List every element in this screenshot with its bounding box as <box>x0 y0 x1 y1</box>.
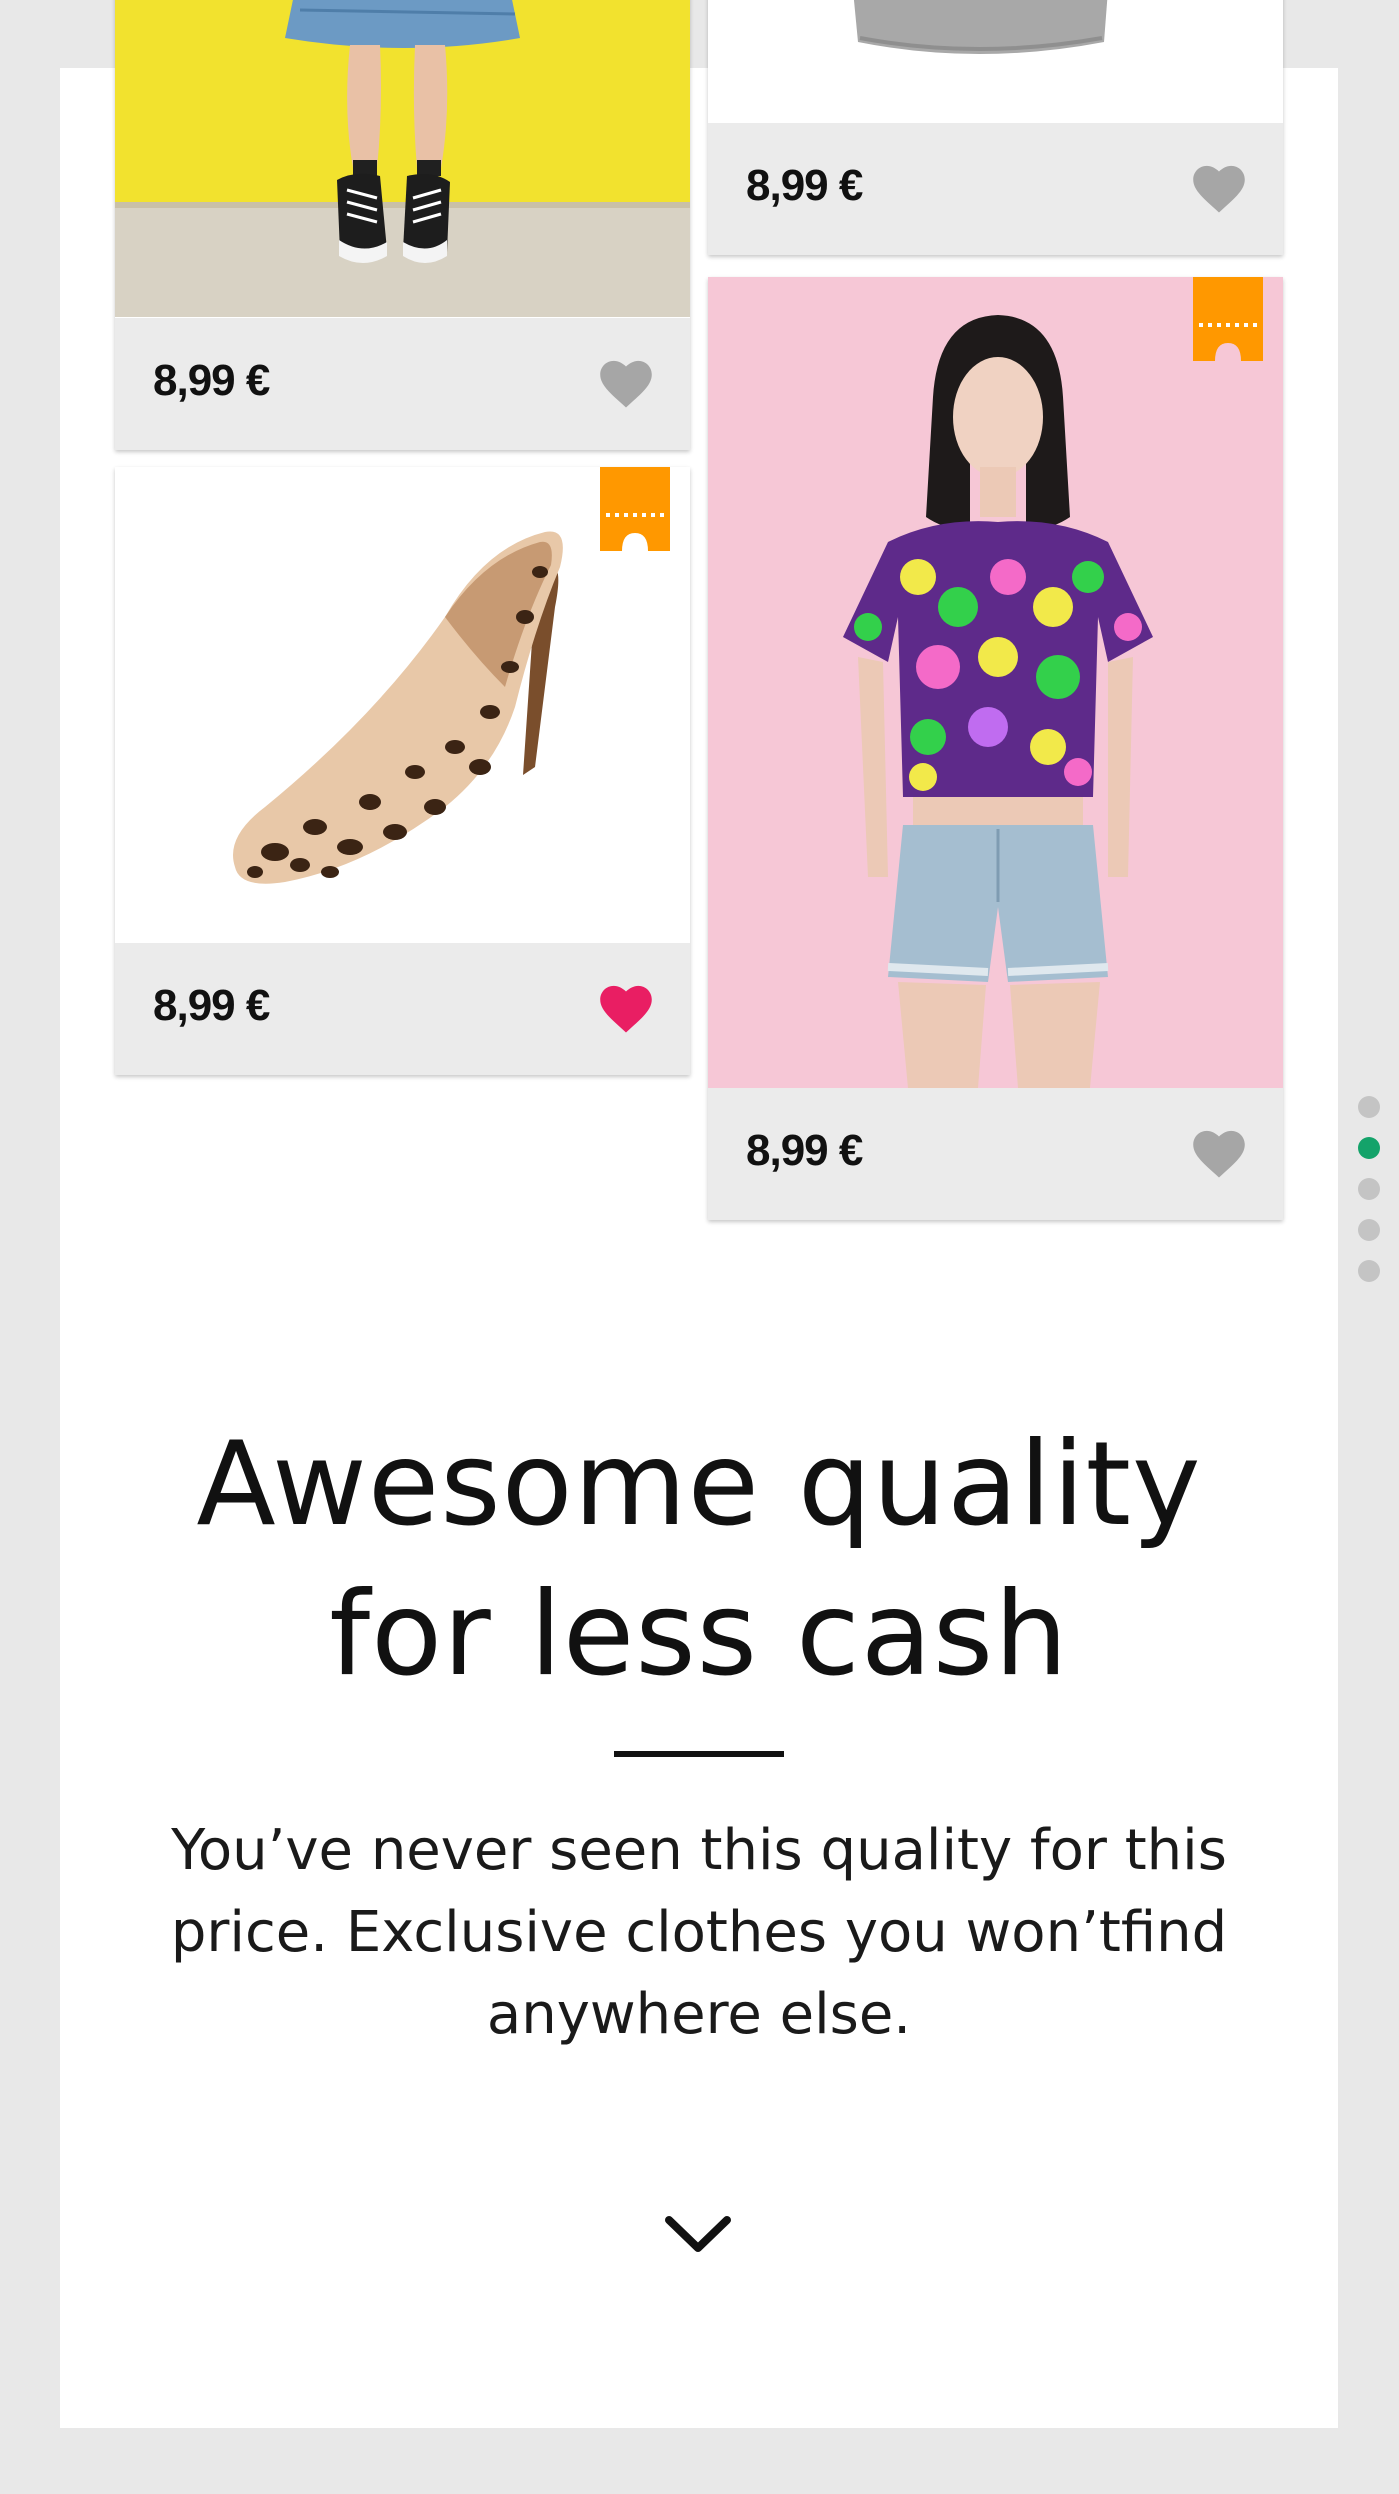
product-price: 8,99 € <box>746 1126 863 1175</box>
heart-icon[interactable] <box>596 356 656 410</box>
chevron-down-icon[interactable] <box>663 2212 733 2258</box>
product-price: 8,99 € <box>153 356 270 405</box>
product-image <box>115 0 690 317</box>
product-price: 8,99 € <box>153 981 270 1030</box>
headline-line: Awesome quality <box>196 1417 1202 1552</box>
description-line: You’ve never seen this quality for this <box>171 1818 1227 1883</box>
pagination-dot[interactable] <box>1358 1260 1380 1282</box>
pagination-dots <box>1358 1096 1382 1301</box>
description: You’ve never seen this quality for this … <box>60 1810 1338 2056</box>
product-image <box>708 277 1283 1088</box>
product-card[interactable]: 8,99 € <box>708 0 1283 255</box>
pagination-dot[interactable] <box>1358 1219 1380 1241</box>
description-line: anywhere else. <box>486 1982 912 2047</box>
product-footer: 8,99 € <box>708 1088 1283 1220</box>
heart-icon[interactable] <box>596 981 656 1035</box>
heart-icon[interactable] <box>1189 1126 1249 1180</box>
product-price: 8,99 € <box>746 161 863 210</box>
headline: Awesome quality for less cash <box>60 1410 1338 1710</box>
headline-divider <box>614 1751 784 1757</box>
heart-icon[interactable] <box>1189 161 1249 215</box>
product-footer: 8,99 € <box>115 943 690 1075</box>
ticket-icon <box>1193 277 1263 361</box>
ticket-icon <box>600 467 670 551</box>
pagination-dot[interactable] <box>1358 1096 1380 1118</box>
product-card[interactable]: 8,99 € <box>115 0 690 450</box>
pagination-dot-active[interactable] <box>1358 1137 1380 1159</box>
description-line: price. Exclusive clothes you won’tfind <box>170 1900 1228 1965</box>
pagination-dot[interactable] <box>1358 1178 1380 1200</box>
product-card[interactable]: 8,99 € <box>708 277 1283 1220</box>
headline-line: for less cash <box>329 1567 1069 1702</box>
product-image <box>708 0 1283 123</box>
product-footer: 8,99 € <box>115 318 690 450</box>
product-footer: 8,99 € <box>708 123 1283 255</box>
product-card[interactable]: 8,99 € <box>115 467 690 1075</box>
